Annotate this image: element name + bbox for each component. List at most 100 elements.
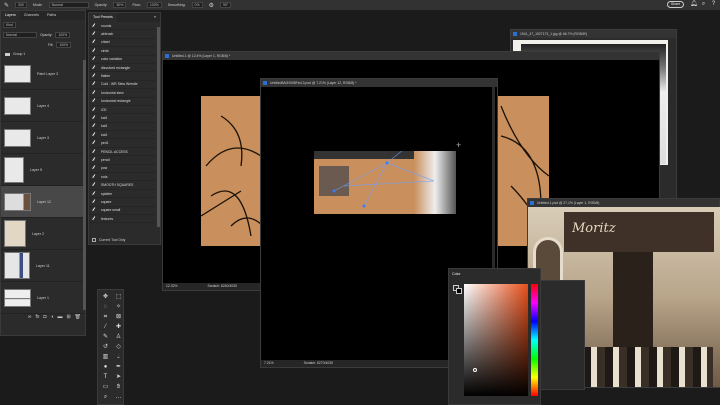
gear-icon[interactable]: ⚙ <box>209 2 214 9</box>
tool-preset-item[interactable]: textures <box>89 215 155 224</box>
dodge-icon[interactable]: ● <box>101 363 110 372</box>
angle-field[interactable]: 90° <box>219 2 232 8</box>
healing-icon[interactable]: ✚ <box>114 323 123 332</box>
saturation-value-field[interactable] <box>464 284 528 396</box>
crosshair-cursor-icon: + <box>456 140 462 150</box>
bell-icon[interactable]: 🔔︎ <box>690 1 698 8</box>
search-icon[interactable]: ⌕ <box>700 1 707 8</box>
tab-layers[interactable]: Layers <box>1 11 20 20</box>
quick-select-icon[interactable]: ✧ <box>114 303 123 312</box>
flow-field[interactable]: 100% <box>146 2 162 8</box>
tool-preset-item[interactable]: SMOOTH SQUARES <box>89 181 155 190</box>
smoothing-field[interactable]: 0% <box>191 2 203 8</box>
gradient-icon[interactable]: ▥ <box>101 353 110 362</box>
layer-name: Paint Layer 3 <box>37 71 59 76</box>
frame-icon[interactable]: ⊠ <box>114 313 123 322</box>
tool-preset-item[interactable]: square <box>89 198 155 207</box>
crop-icon[interactable]: ⌗ <box>101 313 110 322</box>
shape-icon[interactable]: ▭ <box>101 383 110 392</box>
document-title[interactable]: Untitled-1 @ 12.4% (Layer 1, RGB/8) * <box>163 52 659 60</box>
tool-preset-item[interactable]: color variation <box>89 56 155 64</box>
marquee-icon[interactable]: ⬚ <box>114 293 123 302</box>
tool-preset-item[interactable]: horizontal rectangle <box>89 98 155 106</box>
layer-fill[interactable]: 100% <box>56 42 71 48</box>
eyedropper-icon[interactable]: ⁄ <box>101 323 110 332</box>
type-icon[interactable]: T <box>101 373 110 382</box>
layer-group[interactable]: Group 1 <box>1 50 85 58</box>
stamp-icon[interactable]: ♙ <box>114 333 123 342</box>
panel-menu-icon[interactable]: ≡ <box>150 13 160 22</box>
tool-preset-item[interactable]: rods <box>89 173 155 182</box>
document-title[interactable]: Untitled-1.psd @ 27.1% (Layer 1, RGB/8) <box>528 199 719 207</box>
layer-row-selected[interactable]: Layer 12 <box>1 186 85 218</box>
pen-icon[interactable]: ✒ <box>114 363 123 372</box>
new-group-icon[interactable]: ▬ <box>57 314 62 320</box>
document-canvas[interactable] <box>314 151 456 214</box>
color-picker-handle[interactable] <box>473 368 477 372</box>
background-color-swatch[interactable] <box>456 288 462 294</box>
layer-opacity[interactable]: 100% <box>55 32 71 38</box>
tool-preset-item[interactable]: rounds <box>89 22 155 31</box>
new-layer-icon[interactable]: ⊞ <box>66 314 70 320</box>
tool-preset-item[interactable]: flatten <box>89 72 155 81</box>
mode-select[interactable]: Normal <box>48 2 89 8</box>
brush-tool-icon[interactable]: ✎ <box>4 2 9 9</box>
brush-size[interactable]: 300 <box>15 2 27 8</box>
zoom-level[interactable]: 12.32% <box>166 283 178 290</box>
link-icon[interactable]: ∞ <box>28 314 32 320</box>
layer-row[interactable]: Layer 1 <box>1 282 85 314</box>
hand-icon[interactable]: ✋︎ <box>114 383 123 392</box>
layer-row[interactable]: Layer 3 <box>1 122 85 154</box>
layer-row[interactable]: Layer 11 <box>1 250 85 282</box>
tool-preset-item[interactable]: kat1 <box>89 131 155 140</box>
tool-preset-item[interactable]: Cold - WR Stew Wrestle <box>89 81 155 90</box>
tool-preset-item[interactable]: kat1 <box>89 114 155 123</box>
path-select-icon[interactable]: ➤ <box>114 373 123 382</box>
more-tools-icon[interactable]: … <box>114 393 123 402</box>
brush-icon[interactable]: ✎ <box>101 333 110 342</box>
tool-preset-item[interactable]: splatter <box>89 190 155 199</box>
checkbox[interactable] <box>92 238 96 242</box>
tool-preset-item[interactable]: square small <box>89 207 155 215</box>
mask-icon[interactable]: ◘ <box>43 314 46 320</box>
help-icon[interactable]: ? <box>710 1 717 8</box>
tool-preset-item[interactable]: ped1 <box>89 139 155 148</box>
eraser-icon[interactable]: ◇ <box>114 343 123 352</box>
opacity-field[interactable]: 50% <box>113 2 127 8</box>
share-button[interactable]: Share <box>667 1 684 8</box>
zoom-level[interactable]: 7.21% <box>264 360 274 367</box>
document-title[interactable]: 1941_47_1927173_1.jpg @ 66.7% (RGB/8*) <box>511 30 676 38</box>
tool-preset-item[interactable]: circle <box>89 47 155 56</box>
document-title[interactable]: Untitled5A0H008Fed-3.psd @ 7.21% (Layer … <box>261 79 497 87</box>
fx-icon[interactable]: fx <box>35 314 39 320</box>
tab-channels[interactable]: Channels <box>20 11 43 20</box>
tool-preset-item[interactable]: kat1 <box>89 123 155 132</box>
trash-icon[interactable]: 🗑︎ <box>75 314 81 320</box>
lasso-icon[interactable]: ◌ <box>101 303 110 312</box>
layers-scrollbar[interactable] <box>83 60 86 310</box>
hue-slider[interactable] <box>531 284 538 396</box>
tool-preset-item[interactable]: dissolved rectangle <box>89 64 155 73</box>
tool-preset-item[interactable]: horizontal stew <box>89 89 155 98</box>
adjustment-icon[interactable]: ◑ <box>50 314 53 320</box>
move-icon[interactable]: ✥ <box>101 293 110 302</box>
tool-preset-item[interactable]: ICE <box>89 106 155 115</box>
presets-scrollbar[interactable] <box>157 27 160 227</box>
current-tool-only[interactable]: Current Tool Only <box>89 236 160 244</box>
tab-paths[interactable]: Paths <box>43 11 60 20</box>
blur-icon[interactable]: 💧︎ <box>114 353 123 362</box>
tool-preset-item[interactable]: PENCIL ACCESS <box>89 148 155 157</box>
blend-mode-select[interactable]: Normal <box>3 32 37 38</box>
layer-row[interactable]: Layer 5 <box>1 154 85 186</box>
history-brush-icon[interactable]: ↺ <box>101 343 110 352</box>
tool-preset-item[interactable]: pencil <box>89 156 155 165</box>
tool-preset-item[interactable]: airbrush <box>89 30 155 39</box>
kind-filter[interactable]: Kind <box>3 22 16 28</box>
layer-row[interactable]: Layer 4 <box>1 90 85 122</box>
zoom-icon[interactable]: ⌕ <box>101 393 110 402</box>
layer-name: Layer 3 <box>37 135 49 140</box>
tool-preset-item[interactable]: chisel <box>89 39 155 48</box>
tool-preset-item[interactable]: pow <box>89 165 155 174</box>
layer-row[interactable]: Paint Layer 3 <box>1 58 85 90</box>
layer-row[interactable]: Layer 2 <box>1 218 85 250</box>
